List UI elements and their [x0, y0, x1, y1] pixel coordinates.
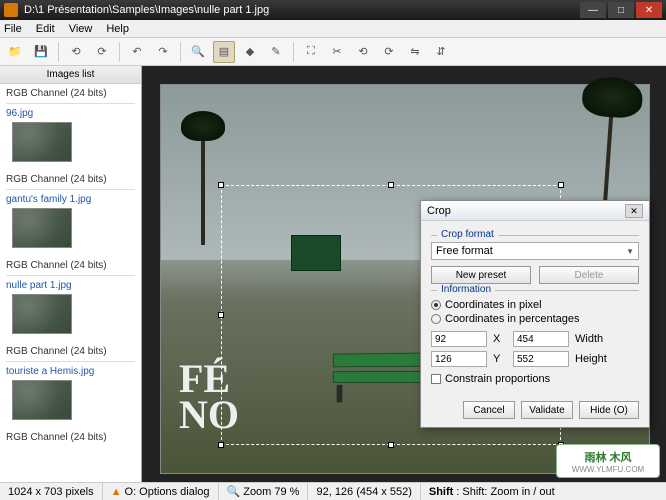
crop-height-input[interactable] — [513, 351, 569, 367]
layers-icon[interactable]: ▤ — [213, 41, 235, 63]
crop-y-input[interactable] — [431, 351, 487, 367]
images-list-header: Images list — [0, 66, 141, 84]
thumbnail — [12, 122, 72, 162]
menu-help[interactable]: Help — [106, 23, 129, 35]
menu-file[interactable]: File — [4, 23, 22, 35]
crop-x-input[interactable] — [431, 331, 487, 347]
handle-top-mid[interactable] — [388, 182, 394, 188]
handle-top-left[interactable] — [218, 182, 224, 188]
rotate-left-icon[interactable]: ⟲ — [352, 41, 374, 63]
crop-width-input[interactable] — [513, 331, 569, 347]
redo-icon[interactable]: ↷ — [152, 41, 174, 63]
handle-top-right[interactable] — [558, 182, 564, 188]
flip-h-icon[interactable]: ⇋ — [404, 41, 426, 63]
watermark: 雨林 木风 WWW.YLMFU.COM — [556, 444, 660, 478]
constrain-checkbox[interactable]: Constrain proportions — [431, 373, 639, 385]
dialog-close-icon[interactable]: ✕ — [625, 204, 643, 218]
thumbnail — [12, 294, 72, 334]
new-preset-button[interactable]: New preset — [431, 266, 531, 284]
menubar: File Edit View Help — [0, 20, 666, 38]
information-label: Information — [437, 284, 495, 295]
maximize-button[interactable]: □ — [608, 2, 634, 18]
toolbar: 📁 💾 ⟲ ⟳ ↶ ↷ 🔍 ▤ ◆ ✎ ⛶ ✂ ⟲ ⟳ ⇋ ⇵ — [0, 38, 666, 66]
rotate-right-icon[interactable]: ⟳ — [378, 41, 400, 63]
coords-percent-radio[interactable]: Coordinates in percentages — [431, 313, 639, 325]
undo-icon[interactable]: ↶ — [126, 41, 148, 63]
stack-fwd-icon[interactable]: ⟳ — [91, 41, 113, 63]
images-list-panel: Images list RGB Channel (24 bits) 96.jpg… — [0, 66, 142, 482]
status-shift: Shift: Shift: Zoom in / out — [421, 483, 563, 500]
minimize-button[interactable]: — — [580, 2, 606, 18]
status-dimensions: 1024 x 703 pixels — [0, 483, 103, 500]
list-item[interactable]: RGB Channel (24 bits) 96.jpg — [0, 84, 141, 170]
list-item[interactable]: RGB Channel (24 bits) — [0, 428, 141, 451]
dialog-title: Crop — [427, 205, 625, 217]
crop-icon[interactable]: ✂ — [326, 41, 348, 63]
close-button[interactable]: ✕ — [636, 2, 662, 18]
crop-format-select[interactable]: Free format — [431, 242, 639, 260]
status-coords: 92, 126 (454 x 552) — [308, 483, 420, 500]
resize-icon[interactable]: ⛶ — [300, 41, 322, 63]
coords-pixel-radio[interactable]: Coordinates in pixel — [431, 299, 639, 311]
window-title: D:\1 Présentation\Samples\Images\nulle p… — [24, 4, 580, 16]
status-zoom: 🔍Zoom 79 % — [219, 483, 309, 500]
save-icon[interactable]: 💾 — [30, 41, 52, 63]
app-icon — [4, 3, 18, 17]
list-item[interactable]: RGB Channel (24 bits) nulle part 1.jpg — [0, 256, 141, 342]
thumbnail — [12, 208, 72, 248]
delete-preset-button[interactable]: Delete — [539, 266, 639, 284]
flip-v-icon[interactable]: ⇵ — [430, 41, 452, 63]
brush-icon[interactable]: ✎ — [265, 41, 287, 63]
open-icon[interactable]: 📁 — [4, 41, 26, 63]
list-item[interactable]: RGB Channel (24 bits) gantu's family 1.j… — [0, 170, 141, 256]
handle-bot-mid[interactable] — [388, 442, 394, 448]
validate-button[interactable]: Validate — [521, 401, 573, 419]
handle-mid-left[interactable] — [218, 312, 224, 318]
zoom-icon[interactable]: 🔍 — [187, 41, 209, 63]
handle-bot-left[interactable] — [218, 442, 224, 448]
thumbnail — [12, 380, 72, 420]
list-item[interactable]: RGB Channel (24 bits) touriste a Hemis.j… — [0, 342, 141, 428]
crop-dialog: Crop ✕ Crop format Free format New prese… — [420, 200, 650, 428]
statusbar: 1024 x 703 pixels ▲O: Options dialog 🔍Zo… — [0, 482, 666, 500]
status-options: ▲O: Options dialog — [103, 483, 219, 500]
hide-button[interactable]: Hide (O) — [579, 401, 639, 419]
menu-edit[interactable]: Edit — [36, 23, 55, 35]
stack-back-icon[interactable]: ⟲ — [65, 41, 87, 63]
cancel-button[interactable]: Cancel — [463, 401, 515, 419]
crop-format-label: Crop format — [437, 229, 498, 240]
menu-view[interactable]: View — [69, 23, 93, 35]
effects-icon[interactable]: ◆ — [239, 41, 261, 63]
